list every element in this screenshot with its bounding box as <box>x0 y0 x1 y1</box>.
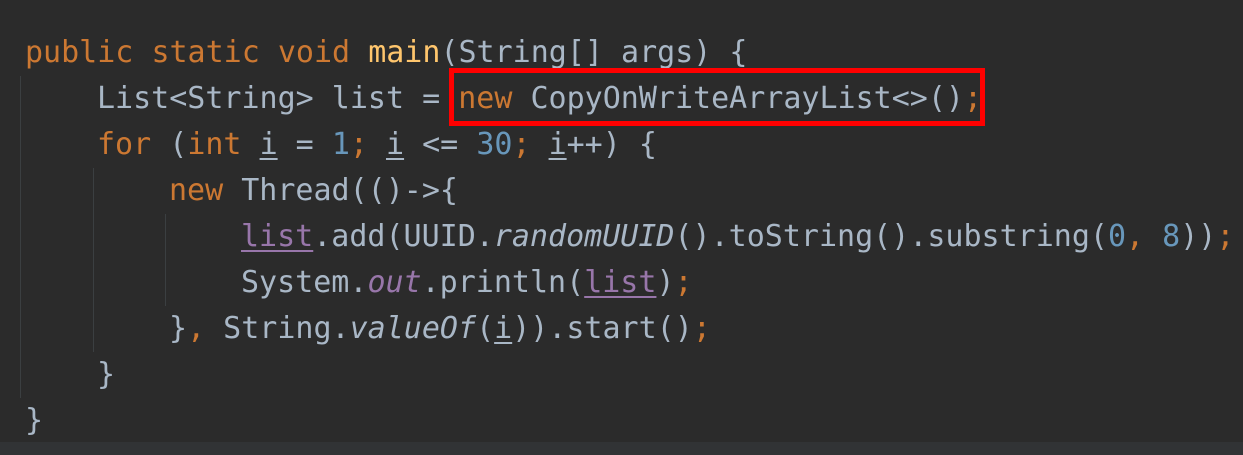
semicolon: ; <box>674 265 693 300</box>
list-declaration: List<String> list = <box>97 81 459 116</box>
list-reference: list <box>241 219 314 254</box>
compare-op: <= <box>404 127 477 162</box>
keyword-for: for <box>97 127 152 162</box>
indent-guide <box>93 168 94 352</box>
paren-close: )) <box>1180 219 1217 254</box>
println-call: .println( <box>421 265 585 300</box>
loop-variable-i: i <box>386 127 405 162</box>
main-signature: (String[] args) { <box>440 35 748 70</box>
paren-close: ) <box>656 265 675 300</box>
comma: , <box>1126 219 1145 254</box>
thread-constructor: Thread(()->{ <box>223 173 458 208</box>
static-method-valueOf: valueOf <box>349 311 477 346</box>
system-class: System. <box>241 265 368 300</box>
paren-open: ( <box>151 127 188 162</box>
number-literal: 0 <box>1107 219 1127 254</box>
semicolon: ; <box>349 127 368 162</box>
list-reference: list <box>584 265 657 300</box>
indent-guide <box>165 214 166 306</box>
loop-variable-i: i <box>494 311 513 346</box>
method-name-main: main <box>368 35 441 70</box>
highlight-annotation-box <box>449 68 985 126</box>
loop-variable-i: i <box>548 127 567 162</box>
add-call: .add(UUID. <box>313 219 494 254</box>
keyword-void: void <box>277 35 351 70</box>
code-line-4[interactable]: new Thread(()->{ <box>169 168 458 214</box>
loop-variable-i: i <box>259 127 278 162</box>
keyword-static: static <box>151 35 260 70</box>
number-literal: 1 <box>331 127 350 162</box>
code-line-6[interactable]: System.out.println(list); <box>241 260 693 306</box>
comma: , <box>187 311 206 346</box>
code-line-9[interactable]: } <box>25 398 43 444</box>
keyword-int: int <box>187 127 242 162</box>
number-literal: 8 <box>1162 219 1181 254</box>
code-line-5[interactable]: list.add(UUID.randomUUID().toString().su… <box>241 214 1234 260</box>
brace-close: } <box>97 357 116 392</box>
method-chain: ().toString().substring( <box>674 219 1108 254</box>
brace-close: } <box>169 311 188 346</box>
code-line-3[interactable]: for (int i = 1; i <= 30; i++) { <box>97 122 657 168</box>
number-literal: 30 <box>476 127 513 162</box>
editor-bottom-edge <box>0 442 1243 455</box>
increment-close: ++) { <box>566 127 657 162</box>
indent-guide <box>20 76 21 398</box>
static-field-out: out <box>367 265 422 300</box>
keyword-public: public <box>25 35 134 70</box>
start-call: )).start() <box>512 311 693 346</box>
semicolon: ; <box>512 127 531 162</box>
string-class: String. <box>205 311 350 346</box>
assign-op: = <box>277 127 332 162</box>
semicolon: ; <box>692 311 711 346</box>
static-method-randomUUID: randomUUID <box>493 219 675 254</box>
semicolon: ; <box>1216 219 1235 254</box>
keyword-new: new <box>169 173 224 208</box>
code-line-8[interactable]: } <box>97 352 115 398</box>
brace-close: } <box>25 403 44 438</box>
code-line-7[interactable]: }, String.valueOf(i)).start(); <box>169 306 711 352</box>
paren-open: ( <box>476 311 495 346</box>
code-editor[interactable]: public static void main(String[] args) {… <box>0 0 1243 455</box>
